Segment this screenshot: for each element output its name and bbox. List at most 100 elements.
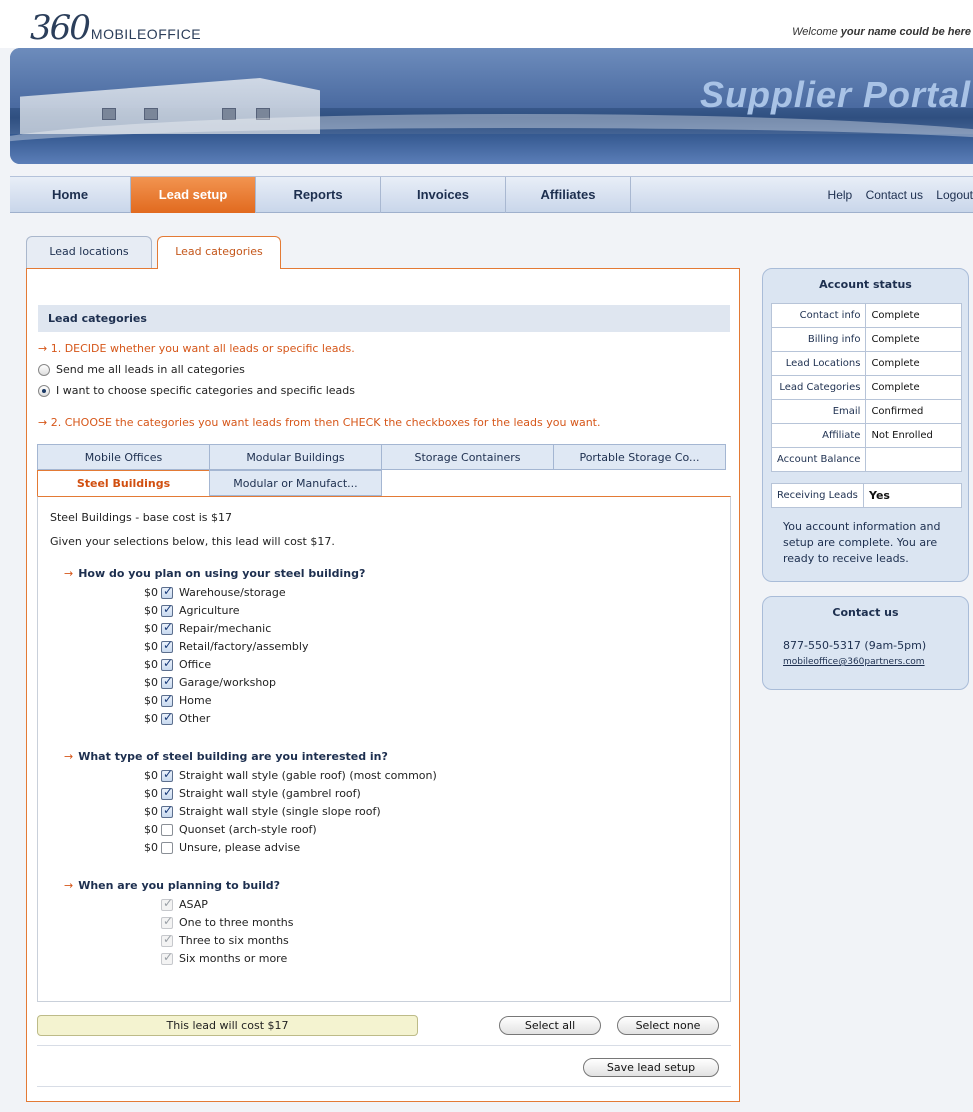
option-label: Six months or more (179, 952, 288, 965)
question-timing: → When are you planning to build? (64, 879, 280, 892)
option-row[interactable]: $0 Other (134, 710, 211, 726)
question-type: → What type of steel building are you int… (64, 750, 388, 763)
nav-home[interactable]: Home (10, 177, 131, 213)
option-price: $0 (144, 769, 158, 782)
header-banner: Supplier Portal (10, 48, 973, 164)
option-row[interactable]: $0 Office (134, 656, 211, 672)
option-price: $0 (144, 805, 158, 818)
checkbox[interactable] (161, 602, 173, 617)
option-row[interactable]: $0 Garage/workshop (134, 674, 276, 690)
option-row[interactable]: $0 Straight wall style (single slope roof… (134, 803, 381, 819)
welcome-message: Welcome your name could be here (792, 26, 971, 38)
question-timing-title: When are you planning to build? (78, 879, 281, 892)
tab-lead-locations[interactable]: Lead locations (26, 236, 152, 268)
checkbox-disabled (161, 950, 173, 965)
select-all-button[interactable]: Select all (499, 1016, 601, 1035)
table-row: Receiving Leads Yes (771, 483, 962, 508)
status-value: Complete (865, 351, 962, 376)
option-price: $0 (144, 694, 158, 707)
category-tab-modular-buildings[interactable]: Modular Buildings (209, 444, 382, 470)
receiving-leads-table: Receiving Leads Yes (771, 483, 962, 508)
nav-logout-link[interactable]: Logout (936, 188, 973, 202)
lead-cost-bar: This lead will cost $17 (37, 1015, 418, 1036)
option-row[interactable]: $0 Warehouse/storage (134, 584, 286, 600)
checkbox[interactable] (161, 656, 173, 671)
tab-lead-categories[interactable]: Lead categories (157, 236, 281, 269)
nav-contact-link[interactable]: Contact us (866, 188, 923, 202)
radio-all-label: Send me all leads in all categories (56, 363, 245, 376)
contact-box: Contact us 877-550-5317 (9am-5pm) mobile… (762, 596, 969, 690)
option-row[interactable]: $0 Unsure, please advise (134, 840, 300, 855)
nav-reports[interactable]: Reports (256, 177, 381, 213)
nav-help-link[interactable]: Help (828, 188, 853, 202)
option-price: $0 (144, 787, 158, 800)
divider (37, 1045, 731, 1046)
option-row: Three to six months (161, 932, 289, 948)
category-tab-mobile-offices[interactable]: Mobile Offices (37, 444, 210, 470)
checkbox[interactable] (161, 692, 173, 707)
option-label: Home (179, 694, 212, 707)
status-key: Lead Locations (770, 351, 867, 376)
radio-specific-leads[interactable]: I want to choose specific categories and… (38, 384, 355, 397)
checkbox[interactable] (161, 674, 173, 689)
receiving-leads-label: Receiving Leads (771, 483, 864, 508)
option-row[interactable]: $0 Agriculture (134, 602, 240, 618)
nav-affiliates[interactable]: Affiliates (506, 177, 631, 213)
option-price: $0 (144, 658, 158, 671)
checkbox[interactable] (161, 841, 173, 854)
checkbox[interactable] (161, 584, 173, 599)
status-value: Not Enrolled (865, 423, 962, 448)
welcome-prefix: Welcome (792, 26, 841, 38)
checkbox[interactable] (161, 785, 173, 800)
arrow-icon: → (64, 567, 74, 580)
checkbox[interactable] (161, 823, 173, 836)
nav-right-links: Help Contact us Logout (818, 177, 973, 213)
banner-window (144, 108, 158, 120)
top-bar: 360 MOBILEOFFICE Welcome your name could… (0, 0, 973, 48)
option-row[interactable]: $0 Repair/mechanic (134, 620, 271, 636)
contact-email-link[interactable]: mobileoffice@360partners.com (783, 657, 925, 667)
arrow-icon: → (64, 750, 74, 763)
category-tab-modular-manufactured[interactable]: Modular or Manufact... (209, 470, 382, 496)
divider (37, 1086, 731, 1087)
status-value: Complete (865, 303, 962, 328)
nav-lead-setup[interactable]: Lead setup (131, 177, 256, 213)
logo-text: MOBILEOFFICE (90, 26, 202, 42)
table-row: Email Confirmed (770, 399, 962, 424)
question-type-title: What type of steel building are you inte… (78, 750, 388, 763)
option-price: $0 (144, 640, 158, 653)
option-row[interactable]: $0 Retail/factory/assembly (134, 638, 308, 654)
category-tab-storage-containers[interactable]: Storage Containers (381, 444, 554, 470)
option-row[interactable]: $0 Straight wall style (gable roof) (most… (134, 767, 437, 783)
arrow-icon: → (64, 879, 74, 892)
checkbox[interactable] (161, 767, 173, 782)
option-row[interactable]: $0 Straight wall style (gambrel roof) (134, 785, 361, 801)
option-label: Other (179, 712, 211, 725)
option-row[interactable]: $0 Home (134, 692, 212, 708)
checkbox[interactable] (161, 710, 173, 725)
option-price: $0 (144, 841, 158, 854)
status-key: Affiliate (770, 423, 867, 448)
option-price: $0 (144, 604, 158, 617)
category-tab-steel-buildings[interactable]: Steel Buildings (37, 470, 210, 497)
checkbox[interactable] (161, 620, 173, 635)
select-none-button[interactable]: Select none (617, 1016, 719, 1035)
section-title: Lead categories (38, 305, 730, 332)
nav-invoices[interactable]: Invoices (381, 177, 506, 213)
account-status-title: Account status (819, 278, 912, 291)
radio-all-leads[interactable]: Send me all leads in all categories (38, 363, 245, 376)
table-row: Affiliate Not Enrolled (770, 423, 962, 448)
logo[interactable]: 360 MOBILEOFFICE (30, 8, 201, 48)
checkbox[interactable] (161, 638, 173, 653)
option-label: Unsure, please advise (179, 841, 301, 854)
checkbox-disabled (161, 896, 173, 911)
table-row: Lead Categories Complete (770, 375, 962, 400)
status-key: Contact info (770, 303, 867, 328)
radio-all-button[interactable] (38, 363, 50, 376)
category-tab-portable-storage[interactable]: Portable Storage Co... (553, 444, 726, 470)
option-label: ASAP (179, 898, 208, 911)
option-row[interactable]: $0 Quonset (arch-style roof) (134, 822, 317, 837)
radio-specific-button[interactable] (38, 384, 50, 397)
save-lead-setup-button[interactable]: Save lead setup (583, 1058, 719, 1077)
checkbox[interactable] (161, 803, 173, 818)
